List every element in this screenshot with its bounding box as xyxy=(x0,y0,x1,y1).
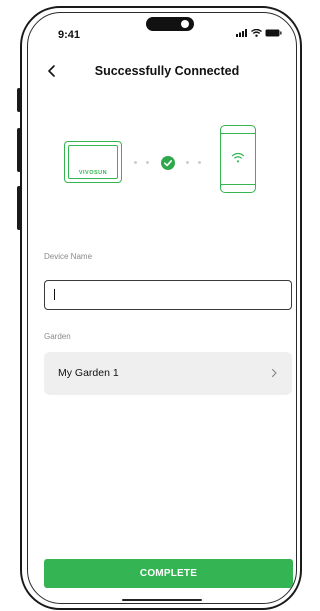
smartphone-bottom-bar xyxy=(221,184,255,185)
text-cursor xyxy=(54,289,55,300)
garden-selected-value: My Garden 1 xyxy=(58,367,119,379)
page-title: Successfully Connected xyxy=(94,64,240,78)
side-button-volume-down xyxy=(17,186,21,230)
connector-dot xyxy=(186,161,189,164)
side-button-action xyxy=(17,88,21,112)
signal-icon xyxy=(236,29,247,37)
connector-dot xyxy=(134,161,137,164)
screen: 9:41 Successfully Connected VIVOSUN Devi… xyxy=(27,12,297,604)
chevron-right-icon xyxy=(271,368,277,378)
smartphone-top-bar xyxy=(221,133,255,134)
connector-dot xyxy=(146,161,149,164)
wifi-icon xyxy=(231,152,245,163)
status-icons xyxy=(236,29,282,37)
device-name-input[interactable] xyxy=(44,280,292,310)
home-indicator xyxy=(122,599,202,601)
connected-check-icon xyxy=(161,156,175,170)
dynamic-island xyxy=(146,17,194,31)
complete-button[interactable]: COMPLETE xyxy=(44,559,293,588)
battery-icon xyxy=(265,29,282,37)
check-icon xyxy=(164,160,172,167)
side-button-volume-up xyxy=(17,128,21,172)
back-arrow-icon[interactable] xyxy=(44,63,60,79)
device-illustration: VIVOSUN xyxy=(64,141,122,183)
garden-select[interactable]: My Garden 1 xyxy=(44,352,292,395)
status-time: 9:41 xyxy=(58,29,81,41)
wifi-icon xyxy=(251,29,262,37)
camera-icon xyxy=(181,20,189,28)
device-name-label: Device Name xyxy=(44,252,93,261)
connector-dot xyxy=(198,161,201,164)
device-brand-label: VIVOSUN xyxy=(78,170,108,176)
garden-label: Garden xyxy=(44,332,71,341)
smartphone-icon xyxy=(220,125,256,193)
